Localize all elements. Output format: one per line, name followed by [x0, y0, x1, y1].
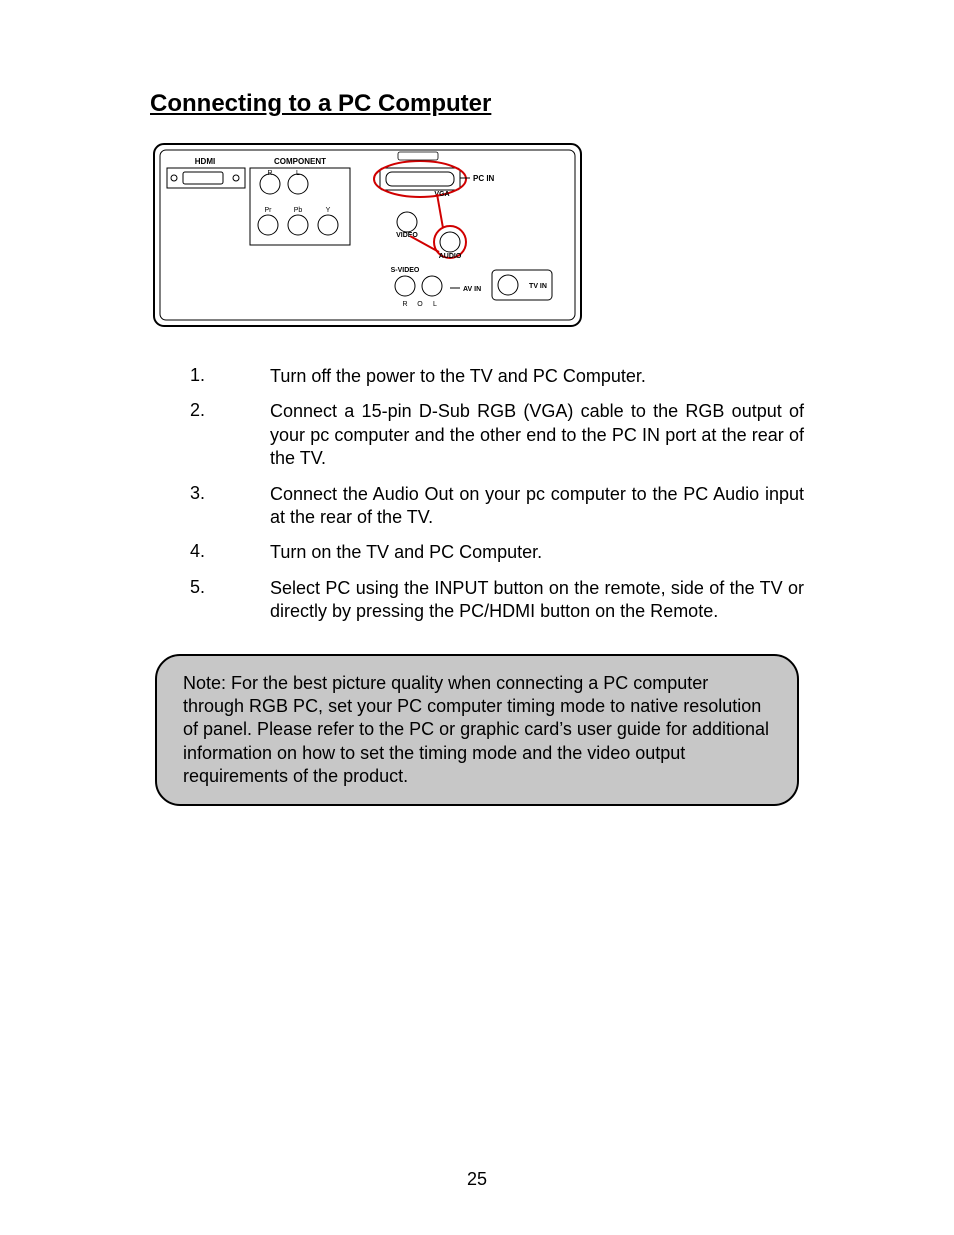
component-label: COMPONENT: [274, 157, 326, 166]
step-number: 2.: [190, 400, 220, 421]
rol-l-label: L: [433, 301, 437, 308]
s-video-label: S-VIDEO: [391, 267, 420, 274]
page-title: Connecting to a PC Computer: [150, 90, 804, 118]
step-2: 2. Connect a 15-pin D-Sub RGB (VGA) cabl…: [150, 400, 804, 470]
component-pr-label: Pr: [265, 207, 273, 214]
step-number: 5.: [190, 577, 220, 598]
step-text: Turn on the TV and PC Computer.: [270, 541, 804, 564]
step-3: 3. Connect the Audio Out on your pc comp…: [150, 483, 804, 530]
step-text: Turn off the power to the TV and PC Comp…: [270, 365, 804, 388]
connector-panel-diagram: HDMI COMPONENT R L Pr Pb Y VGA: [150, 140, 804, 335]
component-l-label: L: [296, 170, 300, 177]
step-1: 1. Turn off the power to the TV and PC C…: [150, 365, 804, 388]
step-5: 5. Select PC using the INPUT button on t…: [150, 577, 804, 624]
step-number: 3.: [190, 483, 220, 504]
note-box: Note: For the best picture quality when …: [155, 654, 799, 807]
rol-o-label: O: [417, 301, 423, 308]
step-text: Connect a 15-pin D-Sub RGB (VGA) cable t…: [270, 400, 804, 470]
av-in-label: AV IN: [463, 286, 481, 293]
step-number: 1.: [190, 365, 220, 386]
tv-in-label: TV IN: [529, 283, 547, 290]
steps-list: 1. Turn off the power to the TV and PC C…: [150, 365, 804, 624]
page-number: 25: [0, 1169, 954, 1190]
pc-in-label: PC IN: [473, 174, 495, 183]
component-r-label: R: [267, 170, 272, 177]
step-text: Select PC using the INPUT button on the …: [270, 577, 804, 624]
audio-label: AUDIO: [439, 253, 462, 260]
step-4: 4. Turn on the TV and PC Computer.: [150, 541, 804, 564]
step-number: 4.: [190, 541, 220, 562]
component-pb-label: Pb: [294, 207, 303, 214]
component-y-label: Y: [326, 207, 331, 214]
rol-r-label: R: [402, 301, 407, 308]
hdmi-label: HDMI: [195, 157, 215, 166]
step-text: Connect the Audio Out on your pc compute…: [270, 483, 804, 530]
